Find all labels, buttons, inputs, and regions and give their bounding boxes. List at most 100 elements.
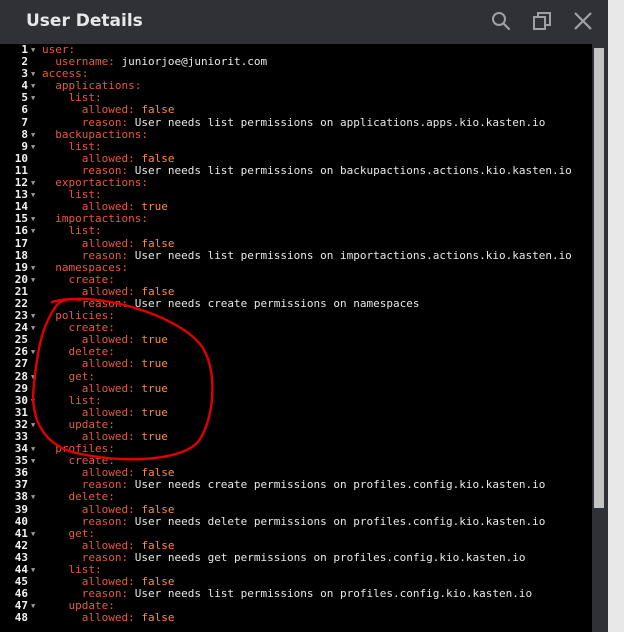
yaml-colon: : (128, 333, 135, 347)
code-text: reason: User needs list permissions on a… (82, 115, 546, 129)
yaml-key: list (68, 91, 95, 105)
yaml-key: policies (55, 309, 109, 323)
yaml-colon: : (128, 611, 135, 625)
line-number: 19 (14, 260, 28, 274)
yaml-key: list (68, 563, 95, 577)
yaml-colon: : (128, 575, 135, 589)
yaml-colon: : (121, 296, 129, 310)
yaml-key: exportactions (55, 176, 142, 190)
yaml-colon: : (121, 550, 129, 564)
yaml-key: allowed (81, 284, 129, 298)
yaml-colon: : (121, 115, 129, 129)
yaml-boolean-value: true (141, 430, 168, 443)
maximize-icon[interactable] (531, 10, 553, 32)
yaml-key: reason (81, 587, 122, 601)
yaml-key: reason (81, 248, 122, 262)
yaml-colon: : (94, 139, 102, 153)
code-text: reason: User needs list permissions on i… (81, 248, 572, 262)
line-number: 40 (14, 514, 28, 528)
yaml-key: reason (81, 550, 122, 564)
yaml-boolean-value: false (141, 151, 175, 165)
fold-toggle-icon[interactable]: ▼ (31, 395, 37, 407)
yaml-key: get (68, 526, 89, 540)
yaml-key: allowed (81, 236, 129, 250)
yaml-string-value: juniorjoe@juniorit.com (121, 55, 268, 69)
yaml-code-editor[interactable]: 1 ▼ user: 2 username: juniorjoe@juniorit.com… (0, 44, 592, 632)
code-line: 2 username: juniorjoe@juniorit.com (0, 55, 592, 69)
fold-toggle-icon[interactable]: ▼ (31, 528, 37, 540)
fold-toggle-icon[interactable]: ▼ (31, 371, 37, 383)
fold-toggle-icon[interactable]: ▼ (31, 600, 37, 612)
yaml-key: update (68, 417, 109, 431)
fold-toggle-icon[interactable]: ▼ (31, 92, 37, 104)
fold-toggle-icon[interactable]: ▼ (31, 564, 37, 576)
fold-toggle-icon[interactable]: ▼ (31, 443, 37, 455)
background-strip (608, 0, 624, 632)
fold-toggle-icon[interactable]: ▼ (31, 129, 37, 141)
code-text: reason: User needs list permissions on p… (82, 588, 532, 600)
scrollbar-thumb[interactable] (594, 48, 604, 508)
yaml-colon: : (108, 272, 115, 286)
fold-toggle-icon[interactable]: ▼ (31, 346, 37, 358)
fold-toggle-icon[interactable]: ▼ (31, 419, 37, 431)
fold-toggle-icon[interactable]: ▼ (31, 262, 37, 274)
yaml-key: delete (68, 345, 109, 359)
yaml-colon: : (128, 200, 135, 214)
yaml-colon: : (121, 163, 129, 177)
yaml-colon: : (121, 248, 129, 262)
yaml-colon: : (108, 442, 115, 456)
fold-toggle-icon[interactable]: ▼ (31, 141, 37, 153)
search-icon[interactable] (490, 10, 512, 32)
code-lines: 1 ▼ user: 2 username: juniorjoe@juniorit.com… (0, 44, 592, 625)
line-number: 28 (14, 369, 28, 383)
close-icon[interactable] (572, 10, 594, 32)
code-text: reason: User needs get permissions on pr… (81, 550, 526, 564)
yaml-boolean-value: false (141, 611, 175, 625)
line-number: 17 (14, 236, 28, 250)
fold-toggle-icon[interactable]: ▼ (31, 274, 37, 286)
yaml-key: create (68, 272, 109, 286)
dialog-header: User Details (0, 0, 608, 44)
yaml-key: applications (55, 79, 135, 93)
fold-toggle-icon[interactable]: ▼ (31, 189, 37, 201)
yaml-colon: : (128, 284, 135, 298)
yaml-key: allowed (81, 611, 129, 625)
line-number: 30 (14, 393, 28, 407)
fold-toggle-icon[interactable]: ▼ (31, 491, 37, 503)
yaml-key: list (68, 224, 95, 238)
code-text: reason: User needs delete permissions on… (82, 515, 546, 528)
yaml-key: allowed (81, 575, 129, 589)
fold-toggle-icon[interactable]: ▼ (31, 225, 37, 237)
yaml-colon: : (121, 587, 129, 601)
fold-toggle-icon[interactable]: ▼ (31, 213, 37, 225)
fold-toggle-icon[interactable]: ▼ (31, 44, 37, 56)
yaml-key: allowed (81, 502, 129, 516)
yaml-colon: : (141, 212, 148, 226)
yaml-key: allowed (81, 200, 129, 214)
yaml-colon: : (121, 260, 129, 274)
dialog-title: User Details (26, 11, 143, 31)
yaml-boolean-value: true (141, 200, 168, 214)
fold-toggle-icon[interactable]: ▼ (31, 177, 37, 189)
yaml-colon: : (128, 151, 135, 165)
fold-toggle-icon[interactable]: ▼ (31, 68, 37, 80)
yaml-boolean-value: false (141, 236, 175, 250)
line-number: 7 (21, 115, 28, 129)
yaml-key: create (68, 321, 109, 335)
yaml-string-value: User needs list permissions on backupact… (134, 163, 572, 177)
vertical-scrollbar[interactable] (592, 44, 608, 632)
fold-toggle-icon[interactable]: ▼ (31, 310, 37, 322)
line-number: 48 (14, 611, 28, 625)
fold-toggle-icon[interactable]: ▼ (31, 80, 37, 92)
yaml-colon: : (128, 466, 135, 480)
yaml-key: allowed (81, 357, 129, 371)
code-text: reason: User needs create permissions on… (82, 296, 420, 310)
yaml-colon: : (128, 381, 135, 395)
yaml-key: namespaces (55, 260, 122, 274)
fold-toggle-icon[interactable]: ▼ (31, 455, 37, 467)
fold-toggle-icon[interactable]: ▼ (31, 322, 37, 334)
yaml-key: reason (81, 163, 122, 177)
code-text: reason: User needs list permissions on b… (81, 163, 572, 177)
yaml-colon: : (141, 127, 148, 141)
yaml-key: allowed (81, 430, 129, 443)
